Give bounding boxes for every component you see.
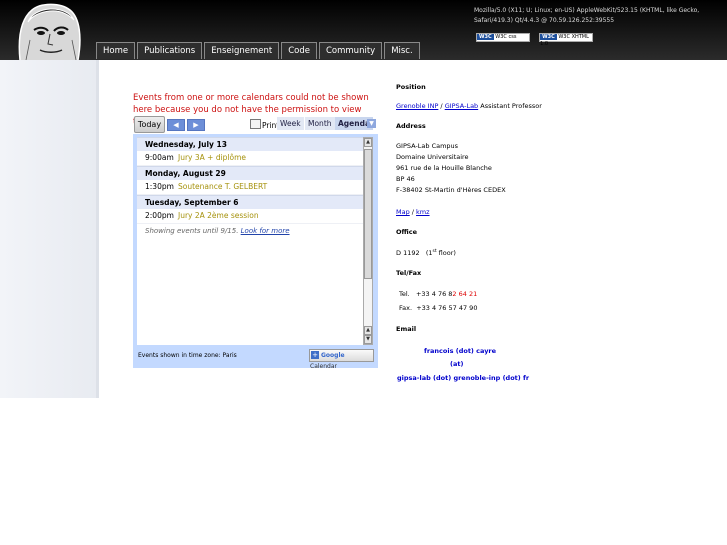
scroll-up-icon[interactable]: ▲ bbox=[364, 326, 372, 335]
position-heading: Position bbox=[396, 83, 426, 91]
scroll-thumb[interactable] bbox=[364, 149, 372, 279]
nav-misc[interactable]: Misc. bbox=[384, 42, 420, 59]
prev-arrow-icon[interactable]: ◀ bbox=[167, 119, 185, 131]
date-header: Wednesday, July 13 bbox=[137, 137, 363, 151]
site-header: Mozilla/5.0 (X11; U; Linux; en-US) Apple… bbox=[0, 0, 727, 60]
portrait-sketch bbox=[18, 3, 81, 60]
look-for-more-link[interactable]: Look for more bbox=[241, 227, 290, 235]
address-line: 961 rue de la Houille Blanche bbox=[396, 164, 492, 172]
chevron-down-icon[interactable]: ▼ bbox=[367, 119, 376, 128]
main-nav: Home Publications Enseignement Code Comm… bbox=[96, 42, 422, 60]
nav-home[interactable]: Home bbox=[96, 42, 136, 59]
tab-week[interactable]: Week bbox=[277, 117, 304, 130]
gipsa-lab-link[interactable]: GIPSA-Lab bbox=[445, 102, 479, 110]
email-line: (at) bbox=[450, 360, 464, 368]
event-row[interactable]: 2:00pm Jury 2A 2ème session bbox=[137, 209, 363, 224]
validation-badges: W3C W3C css W3C W3C XHTML 1.0 bbox=[476, 33, 597, 52]
tab-month[interactable]: Month bbox=[305, 117, 335, 130]
tel-line: Tel. +33 4 76 82 64 21 bbox=[399, 290, 478, 298]
printer-icon bbox=[250, 119, 261, 129]
event-row[interactable]: 1:30pm Soutenance T. GELBERT bbox=[137, 180, 363, 195]
email-line: francois (dot) cayre bbox=[424, 347, 497, 355]
office-line: D 1192 (1st floor) bbox=[396, 249, 456, 258]
map-link[interactable]: Map bbox=[396, 208, 410, 216]
address-line: F-38402 St-Martin d'Hères CEDEX bbox=[396, 186, 506, 194]
agenda-panel: Wednesday, July 13 9:00am Jury 3A + diplô… bbox=[133, 134, 378, 370]
grenoble-inp-link[interactable]: Grenoble INP bbox=[396, 102, 438, 110]
nav-community[interactable]: Community bbox=[318, 42, 383, 59]
embedded-calendar: Today ◀ ▶ Print Week Month Agenda ▼ Wedn… bbox=[133, 115, 378, 370]
plus-icon: + bbox=[311, 351, 319, 359]
calendar-toolbar: Today ◀ ▶ Print Week Month Agenda ▼ bbox=[133, 115, 378, 133]
showing-events-note: Showing events until 9/15. Look for more bbox=[145, 227, 290, 235]
left-sidebar bbox=[0, 60, 96, 398]
google-calendar-button[interactable]: + Google Calendar bbox=[309, 349, 374, 370]
office-heading: Office bbox=[396, 228, 418, 236]
nav-publications[interactable]: Publications bbox=[137, 42, 203, 59]
fax-line: Fax. +33 4 76 57 47 90 bbox=[399, 304, 478, 312]
telfax-heading: Tel/Fax bbox=[396, 269, 422, 277]
position-line: Grenoble INP / GIPSA-Lab Assistant Profe… bbox=[396, 102, 542, 110]
today-button[interactable]: Today bbox=[134, 116, 165, 133]
event-row[interactable]: 9:00am Jury 3A + diplôme bbox=[137, 151, 363, 166]
w3c-css-badge[interactable]: W3C W3C css bbox=[476, 33, 530, 42]
sidebar-divider bbox=[96, 60, 99, 398]
print-button[interactable]: Print bbox=[250, 119, 279, 130]
address-line: Domaine Universitaire bbox=[396, 153, 469, 161]
address-line: GIPSA-Lab Campus bbox=[396, 142, 459, 150]
address-line: BP 46 bbox=[396, 175, 415, 183]
timezone-note: Events shown in time zone: Paris bbox=[138, 352, 237, 359]
scroll-down-icon[interactable]: ▼ bbox=[364, 335, 372, 344]
date-header: Monday, August 29 bbox=[137, 166, 363, 180]
next-arrow-icon[interactable]: ▶ bbox=[187, 119, 205, 131]
email-line: gipsa-lab (dot) grenoble-inp (dot) fr bbox=[397, 374, 530, 382]
email-heading: Email bbox=[396, 325, 417, 333]
nav-enseignement[interactable]: Enseignement bbox=[204, 42, 280, 59]
user-agent-text: Mozilla/5.0 (X11; U; Linux; en-US) Apple… bbox=[474, 7, 700, 24]
w3c-xhtml-badge[interactable]: W3C W3C XHTML 1.0 bbox=[539, 33, 594, 47]
date-header: Tuesday, September 6 bbox=[137, 195, 363, 209]
address-heading: Address bbox=[396, 122, 426, 130]
nav-code[interactable]: Code bbox=[281, 42, 317, 59]
agenda-list: Wednesday, July 13 9:00am Jury 3A + diplô… bbox=[137, 137, 363, 345]
map-links: Map / kmz bbox=[396, 208, 430, 216]
kmz-link[interactable]: kmz bbox=[416, 208, 430, 216]
agenda-scrollbar[interactable]: ▲ ▲ ▼ bbox=[363, 137, 373, 345]
scroll-up-icon[interactable]: ▲ bbox=[364, 138, 372, 147]
